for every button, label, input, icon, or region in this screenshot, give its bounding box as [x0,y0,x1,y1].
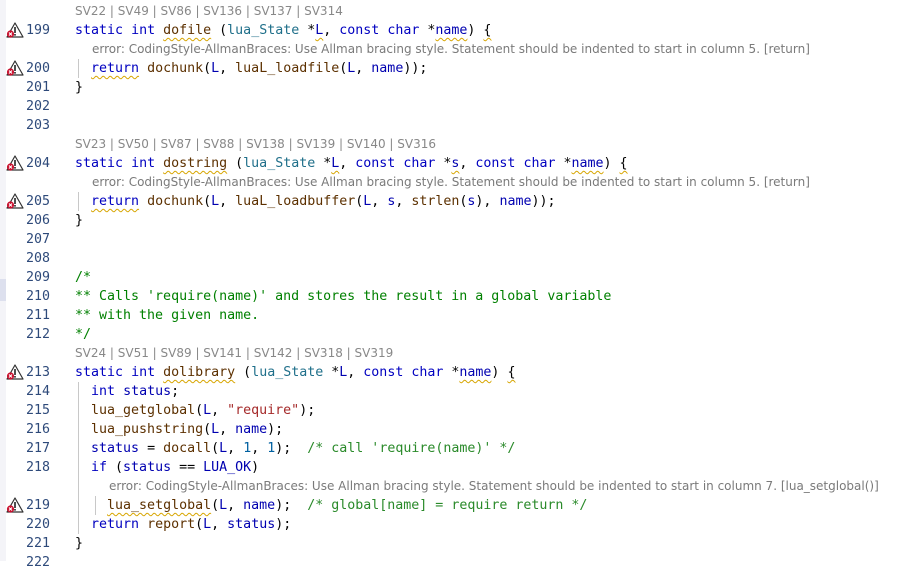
code-line: 201} [0,78,908,97]
line-number: 210 [25,289,50,304]
code-text[interactable]: lua_getglobal(L, "require"); [75,401,315,420]
line-number: 222 [25,555,50,570]
code-text[interactable]: } [75,534,83,553]
code-lens-annotation: SV23 | SV50 | SV87 | SV88 | SV138 | SV13… [0,135,908,154]
annotation-text[interactable]: SV23 | SV50 | SV87 | SV88 | SV138 | SV13… [75,135,436,154]
code-text[interactable]: int status; [75,382,179,401]
code-line: 216 lua_pushstring(L, name); [0,420,908,439]
code-text[interactable]: /* [75,268,91,287]
code-line: 205 return dochunk(L, luaL_loadbuffer(L,… [0,192,908,211]
line-number: 203 [25,118,50,133]
code-text[interactable]: if (status == LUA_OK) [75,458,259,477]
code-line: 220 return report(L, status); [0,515,908,534]
inline-error-message: error: CodingStyle-AllmanBraces: Use All… [0,40,908,59]
code-line: 215 lua_getglobal(L, "require"); [0,401,908,420]
line-number: 205 [25,194,50,209]
code-line: 203 [0,116,908,135]
code-line: 213 static int dolibrary (lua_State *L, c… [0,363,908,382]
code-text[interactable]: ** with the given name. [75,306,259,325]
code-lens-annotation: SV22 | SV49 | SV86 | SV136 | SV137 | SV3… [0,2,908,21]
annotation-text[interactable]: SV22 | SV49 | SV86 | SV136 | SV137 | SV3… [75,2,343,21]
code-line: 214 int status; [0,382,908,401]
code-text[interactable]: lua_pushstring(L, name); [75,420,283,439]
line-number: 202 [25,99,50,114]
code-line: 199 static int dofile (lua_State *L, cons… [0,21,908,40]
code-lens-annotation: SV24 | SV51 | SV89 | SV141 | SV142 | SV3… [0,344,908,363]
code-text[interactable]: } [75,78,83,97]
line-number: 212 [25,327,50,342]
code-text[interactable]: static int dostring (lua_State *L, const… [75,154,628,173]
code-line: 209 /* [0,268,908,287]
line-number: 208 [25,251,50,266]
code-line: 208 [0,249,908,268]
line-number: 215 [25,403,50,418]
error-message-text: error: CodingStyle-AllmanBraces: Use All… [92,175,810,189]
code-text[interactable]: return dochunk(L, luaL_loadfile(L, name)… [75,59,427,78]
indent-guide [78,477,79,496]
line-number: 200 [25,61,50,76]
code-line: 202 [0,97,908,116]
code-line: 200 return dochunk(L, luaL_loadfile(L, n… [0,59,908,78]
line-number: 201 [25,80,50,95]
inline-error-message: error: CodingStyle-AllmanBraces: Use All… [0,477,908,496]
code-text[interactable]: status = docall(L, 1, 1); /* call 'requi… [75,439,515,458]
error-message-text: error: CodingStyle-AllmanBraces: Use All… [92,42,810,56]
code-text[interactable]: static int dolibrary (lua_State *L, cons… [75,363,515,382]
line-number: 204 [25,156,50,171]
line-number: 206 [25,213,50,228]
code-line: 219 lua_setglobal(L, name); /* global[na… [0,496,908,515]
code-line: 210 ** Calls 'require(name)' and stores t… [0,287,908,306]
code-line: 217 status = docall(L, 1, 1); /* call 'r… [0,439,908,458]
code-line: 204 static int dostring (lua_State *L, co… [0,154,908,173]
code-line: 221} [0,534,908,553]
line-number: 216 [25,422,50,437]
code-text[interactable]: ** Calls 'require(name)' and stores the … [75,287,611,306]
annotation-text[interactable]: SV24 | SV51 | SV89 | SV141 | SV142 | SV3… [75,344,393,363]
code-line: 222 [0,553,908,572]
code-text[interactable]: lua_setglobal(L, name); /* global[name] … [75,496,587,515]
code-line: 212 */ [0,325,908,344]
inline-error-message: error: CodingStyle-AllmanBraces: Use All… [0,173,908,192]
error-message-text: error: CodingStyle-AllmanBraces: Use All… [109,479,879,493]
line-number: 209 [25,270,50,285]
code-line: 206} [0,211,908,230]
line-number: 207 [25,232,50,247]
code-text[interactable]: } [75,211,83,230]
line-number: 214 [25,384,50,399]
code-line: 218 if (status == LUA_OK) [0,458,908,477]
line-number: 199 [25,23,50,38]
line-number: 219 [25,498,50,513]
code-line: 211 ** with the given name. [0,306,908,325]
code-text[interactable]: return dochunk(L, luaL_loadbuffer(L, s, … [75,192,556,211]
line-number: 218 [25,460,50,475]
code-text[interactable]: */ [75,325,91,344]
line-number: 217 [25,441,50,456]
code-text[interactable]: return report(L, status); [75,515,291,534]
line-number: 213 [25,365,50,380]
code-text[interactable]: static int dofile (lua_State *L, const c… [75,21,491,40]
code-line: 207 [0,230,908,249]
code-editor[interactable]: SV22 | SV49 | SV86 | SV136 | SV137 | SV3… [0,0,908,570]
line-number: 221 [25,536,50,551]
line-number: 220 [25,517,50,532]
line-number: 211 [25,308,50,323]
